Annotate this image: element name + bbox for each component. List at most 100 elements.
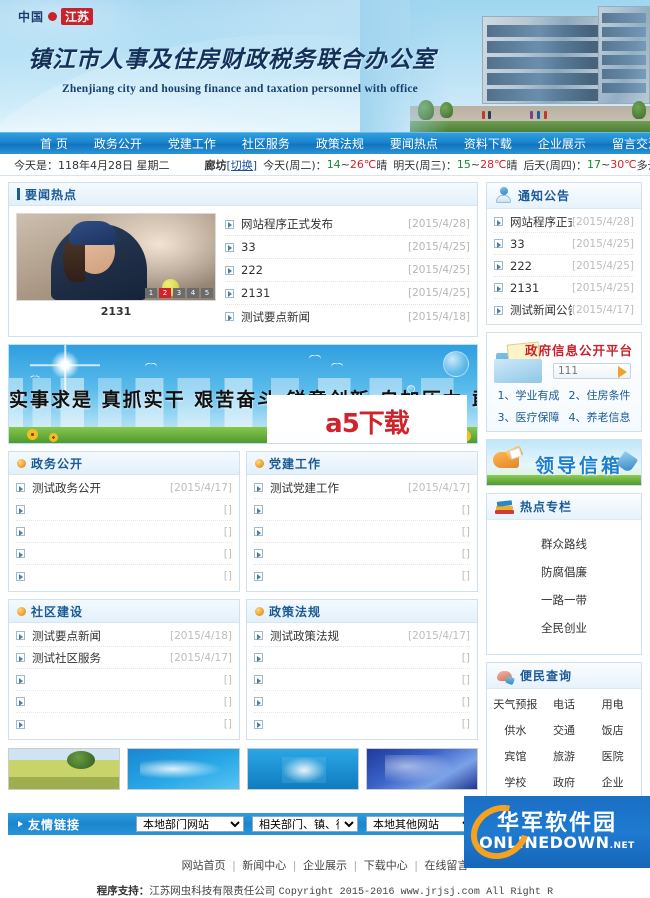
- nav-community-service[interactable]: 社区服务: [229, 133, 303, 155]
- related-departments-towns-streets-select[interactable]: 相关部门、镇、街道网: [252, 816, 358, 832]
- footer-link-news-center[interactable]: 新闻中心: [242, 859, 286, 872]
- gov-info-link-3[interactable]: 3、医疗保障: [493, 409, 564, 425]
- list-item[interactable]: 网站程序正式发布 [2015/4/28]: [494, 211, 634, 233]
- cq-link-school[interactable]: 学校: [491, 774, 540, 790]
- search-go-arrow-icon[interactable]: [618, 366, 627, 378]
- list-item[interactable]: []: [254, 691, 470, 713]
- nav-news-hotspot[interactable]: 要闻热点: [377, 133, 451, 155]
- list-item[interactable]: []: [16, 713, 232, 735]
- list-item[interactable]: 33 [2015/4/25]: [494, 233, 634, 255]
- thumbnail-flowers[interactable]: [366, 748, 478, 790]
- list-item[interactable]: []: [254, 499, 470, 521]
- notice-link[interactable]: 网站程序正式发布: [510, 214, 572, 230]
- list-item[interactable]: 测试社区服务 [2015/4/17]: [16, 647, 232, 669]
- gov-info-link-1[interactable]: 1、学业有成: [493, 387, 564, 403]
- thumbnail-splash[interactable]: [247, 748, 359, 790]
- nav-policy-regulations[interactable]: 政策法规: [303, 133, 377, 155]
- cq-link-traffic[interactable]: 交通: [540, 722, 589, 738]
- item-link[interactable]: 测试政策法规: [270, 628, 408, 644]
- hot-column-link-4[interactable]: 全民创业: [487, 614, 641, 642]
- list-item[interactable]: 测试要点新闻 [2015/4/18]: [225, 305, 470, 328]
- list-item[interactable]: 测试党建工作 [2015/4/17]: [254, 477, 470, 499]
- list-item[interactable]: []: [254, 521, 470, 543]
- list-item[interactable]: []: [16, 521, 232, 543]
- nav-enterprise-show[interactable]: 企业展示: [525, 133, 599, 155]
- slideshow-page-5[interactable]: 5: [201, 288, 213, 298]
- nav-message-board[interactable]: 留言交流: [599, 133, 650, 155]
- item-link[interactable]: 测试社区服务: [32, 650, 170, 666]
- cq-link-enterprise[interactable]: 企业: [588, 774, 637, 790]
- slideshow-page-4[interactable]: 4: [187, 288, 199, 298]
- cq-link-phone[interactable]: 电话: [540, 696, 589, 712]
- list-item[interactable]: 33 [2015/4/25]: [225, 236, 470, 259]
- local-other-sites-select[interactable]: 本地其他网站: [366, 816, 476, 832]
- hot-column-link-1[interactable]: 群众路线: [487, 530, 641, 558]
- thumbnail-field[interactable]: [8, 748, 120, 790]
- forecast-high-1: 28: [480, 158, 494, 171]
- news-link[interactable]: 网站程序正式发布: [241, 216, 402, 232]
- list-item[interactable]: []: [254, 669, 470, 691]
- notice-link[interactable]: 222: [510, 259, 572, 273]
- list-item[interactable]: 测试新闻公告 [2015/4/17]: [494, 299, 634, 321]
- cq-link-government[interactable]: 政府: [540, 774, 589, 790]
- cq-link-restaurant[interactable]: 饭店: [588, 722, 637, 738]
- hot-column-link-3[interactable]: 一路一带: [487, 586, 641, 614]
- cq-link-weather[interactable]: 天气预报: [491, 696, 540, 712]
- news-link[interactable]: 测试要点新闻: [241, 309, 402, 325]
- item-link[interactable]: 测试党建工作: [270, 480, 408, 496]
- slideshow-pager[interactable]: 1 2 3 4 5: [145, 288, 213, 298]
- footer-link-home[interactable]: 网站首页: [182, 859, 226, 872]
- footer-link-enterprise-show[interactable]: 企业展示: [303, 859, 347, 872]
- cq-link-hotel[interactable]: 宾馆: [491, 748, 540, 764]
- list-item[interactable]: 2131 [2015/4/25]: [225, 282, 470, 305]
- thumbnail-blue-abstract[interactable]: [127, 748, 239, 790]
- slideshow-page-2[interactable]: 2: [159, 288, 171, 298]
- gov-info-search-box[interactable]: 111: [553, 363, 631, 379]
- hot-column-link-2[interactable]: 防腐倡廉: [487, 558, 641, 586]
- cq-link-hospital[interactable]: 医院: [588, 748, 637, 764]
- weather-city-change-link[interactable]: [切换]: [227, 157, 258, 173]
- cq-link-water[interactable]: 供水: [491, 722, 540, 738]
- list-item[interactable]: 网站程序正式发布 [2015/4/28]: [225, 213, 470, 236]
- footer-company-link[interactable]: 江苏网虫科技有限责任公司: [149, 885, 275, 897]
- list-item[interactable]: []: [16, 543, 232, 565]
- nav-government-affairs[interactable]: 政务公开: [81, 133, 155, 155]
- nav-downloads[interactable]: 资料下载: [451, 133, 525, 155]
- news-link[interactable]: 222: [241, 263, 402, 277]
- nav-home[interactable]: 首 页: [0, 133, 81, 155]
- news-link[interactable]: 33: [241, 240, 402, 254]
- list-item[interactable]: []: [254, 647, 470, 669]
- cq-link-travel[interactable]: 旅游: [540, 748, 589, 764]
- list-item[interactable]: 2131 [2015/4/25]: [494, 277, 634, 299]
- list-item[interactable]: 222 [2015/4/25]: [225, 259, 470, 282]
- list-item[interactable]: []: [16, 499, 232, 521]
- list-item[interactable]: 测试要点新闻 [2015/4/18]: [16, 625, 232, 647]
- item-link[interactable]: 测试政务公开: [32, 480, 170, 496]
- list-item[interactable]: []: [254, 565, 470, 587]
- news-link[interactable]: 2131: [241, 286, 402, 300]
- leader-mailbox-banner[interactable]: 领导信箱: [486, 439, 642, 486]
- item-link[interactable]: 测试要点新闻: [32, 628, 170, 644]
- footer-link-online-message[interactable]: 在线留言: [424, 859, 468, 872]
- notice-link[interactable]: 33: [510, 237, 572, 251]
- list-item[interactable]: 测试政务公开 [2015/4/17]: [16, 477, 232, 499]
- notice-link[interactable]: 2131: [510, 281, 572, 295]
- list-item[interactable]: []: [16, 565, 232, 587]
- list-item[interactable]: 测试政策法规 [2015/4/17]: [254, 625, 470, 647]
- gov-info-link-4[interactable]: 4、养老信息: [564, 409, 635, 425]
- notice-link[interactable]: 测试新闻公告: [510, 302, 572, 318]
- local-department-sites-select[interactable]: 本地部门网站: [136, 816, 244, 832]
- slideshow-page-3[interactable]: 3: [173, 288, 185, 298]
- news-slideshow[interactable]: 1 2 3 4 5 2131: [16, 213, 216, 328]
- gov-info-link-2[interactable]: 2、住房条件: [564, 387, 635, 403]
- cq-link-electricity[interactable]: 用电: [588, 696, 637, 712]
- list-item[interactable]: []: [16, 691, 232, 713]
- list-item[interactable]: []: [254, 713, 470, 735]
- list-item[interactable]: 222 [2015/4/25]: [494, 255, 634, 277]
- nav-party-building[interactable]: 党建工作: [155, 133, 229, 155]
- slideshow-page-1[interactable]: 1: [145, 288, 157, 298]
- footer-link-download-center[interactable]: 下载中心: [364, 859, 408, 872]
- slideshow-image[interactable]: 1 2 3 4 5: [16, 213, 216, 301]
- list-item[interactable]: []: [254, 543, 470, 565]
- list-item[interactable]: []: [16, 669, 232, 691]
